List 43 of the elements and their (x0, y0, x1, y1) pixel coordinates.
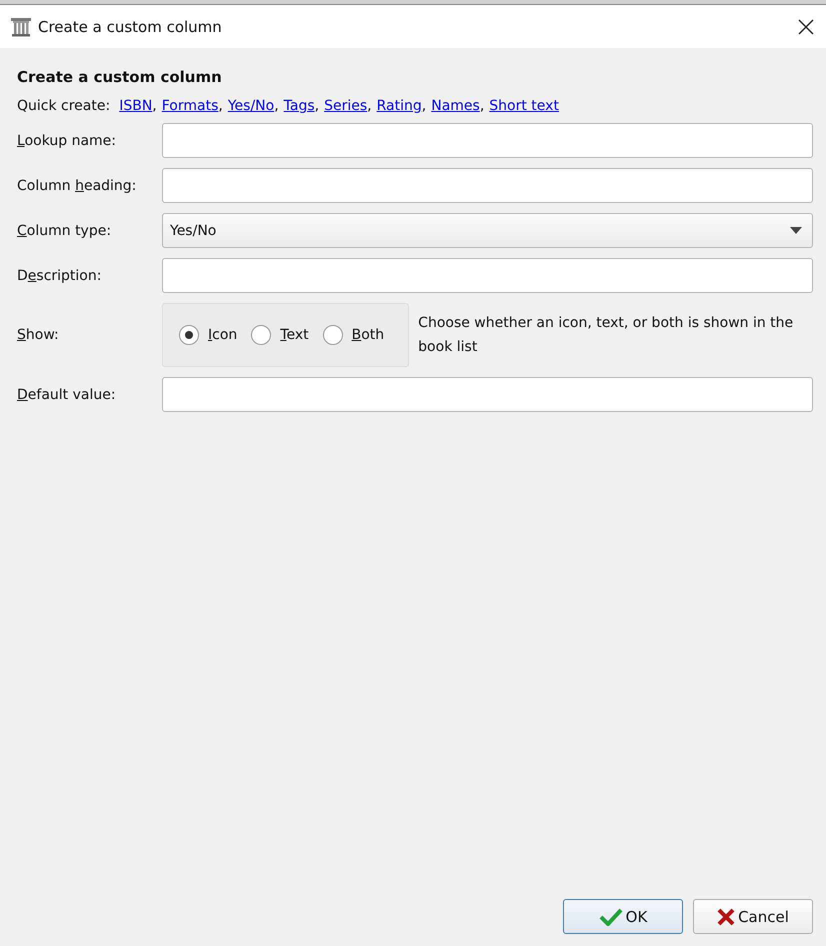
column-icon (10, 16, 32, 36)
radio-option[interactable]: Icon (179, 325, 238, 345)
field-label: Column heading: (17, 178, 138, 194)
quick-create-link[interactable]: Short text (489, 98, 559, 114)
comma: , (218, 98, 223, 114)
radio-button[interactable] (179, 325, 199, 345)
dropdown[interactable]: Yes/No (162, 213, 813, 248)
field-label: Show: (17, 327, 60, 343)
radio-button[interactable] (251, 325, 272, 345)
quick-create-link[interactable]: Yes/No (228, 98, 274, 114)
radio-button[interactable] (322, 325, 343, 345)
quick-create-link[interactable]: Formats (162, 98, 218, 114)
field-label: Description: (17, 268, 102, 284)
checkmark-icon (598, 908, 623, 926)
comma: , (367, 98, 372, 114)
input-field[interactable] (162, 377, 813, 412)
dialog-button[interactable]: OK (563, 899, 683, 934)
comma: , (422, 98, 426, 114)
comma: , (152, 98, 157, 114)
window-title: Create a custom column (38, 18, 223, 36)
comma: , (480, 98, 484, 114)
dropdown-arrow-icon (790, 227, 802, 234)
quick-create-link[interactable]: Series (324, 98, 368, 114)
field-label: Lookup name: (17, 132, 117, 148)
section-heading: Create a custom column (17, 68, 223, 86)
quick-create-link[interactable]: Tags (284, 98, 315, 114)
dialog-button[interactable]: Cancel (693, 899, 813, 934)
quick-create-link[interactable]: Names (431, 98, 480, 114)
input-field[interactable] (162, 123, 813, 158)
field-label: Default value: (17, 386, 117, 402)
field-label: Column type: (17, 222, 112, 238)
comma: , (314, 98, 320, 114)
input-field[interactable] (162, 168, 813, 203)
quick-create-label: Quick create: (17, 98, 110, 114)
radio-option[interactable]: Both (322, 325, 384, 345)
quick-create-link[interactable]: ISBN (119, 98, 152, 114)
quick-create-link[interactable]: Rating (376, 98, 422, 114)
comma: , (274, 98, 279, 114)
close-icon[interactable] (798, 18, 814, 34)
radio-option[interactable]: Text (251, 325, 309, 345)
input-field[interactable] (162, 258, 813, 293)
hint-text: Choose whether an icon, text, or both is shown in the book list (418, 314, 794, 357)
cross-icon (717, 908, 736, 926)
